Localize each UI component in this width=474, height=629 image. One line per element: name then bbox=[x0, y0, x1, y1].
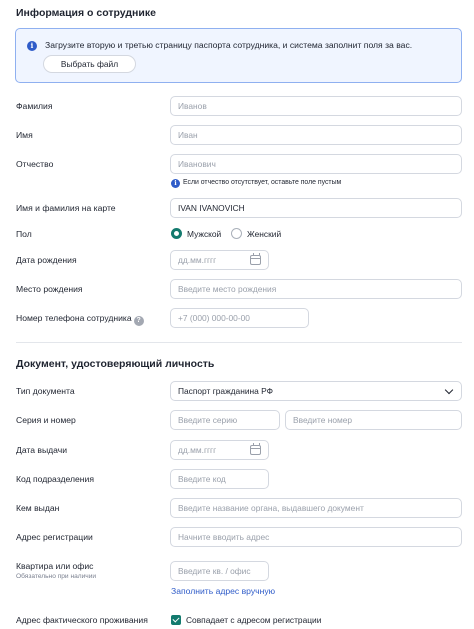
last-name-label: Фамилия bbox=[16, 101, 53, 111]
section-title-employee: Информация о сотруднике bbox=[16, 7, 156, 19]
patronymic-label: Отчество bbox=[16, 159, 54, 169]
issue-date-placeholder: дд.мм.гггг bbox=[178, 445, 217, 455]
issued-by-label: Кем выдан bbox=[16, 503, 60, 513]
apartment-input[interactable]: Введите кв. / офис bbox=[170, 561, 269, 581]
issued-by-input[interactable]: Введите название органа, выдавшего докум… bbox=[170, 498, 462, 518]
choose-file-button[interactable]: Выбрать файл bbox=[43, 55, 136, 73]
manual-address-link[interactable]: Заполнить адрес вручную bbox=[171, 586, 275, 596]
section-title-document: Документ, удостоверяющий личность bbox=[16, 358, 215, 370]
gender-male-label: Мужской bbox=[187, 229, 222, 239]
birth-date-label: Дата рождения bbox=[16, 255, 77, 265]
number-input[interactable]: Введите номер bbox=[285, 410, 462, 430]
actual-address-label: Адрес фактического проживания bbox=[16, 615, 148, 625]
chevron-down-icon bbox=[444, 385, 454, 395]
birth-date-placeholder: дд.мм.гггг bbox=[178, 255, 217, 265]
patronymic-input[interactable]: Иванович bbox=[170, 154, 462, 174]
card-name-label: Имя и фамилия на карте bbox=[16, 203, 116, 213]
info-icon: i bbox=[171, 179, 180, 188]
doc-type-select[interactable]: Паспорт гражданина РФ bbox=[170, 381, 462, 401]
birth-date-input[interactable]: дд.мм.гггг bbox=[170, 250, 269, 270]
radio-selected-icon bbox=[171, 228, 182, 239]
calendar-icon[interactable] bbox=[250, 443, 261, 455]
question-icon[interactable]: ? bbox=[133, 316, 144, 326]
patronymic-hint: i Если отчество отсутствует, оставьте пол… bbox=[171, 179, 341, 188]
gender-label: Пол bbox=[16, 229, 32, 239]
first-name-input[interactable]: Иван bbox=[170, 125, 462, 145]
phone-label-text: Номер телефона сотрудника bbox=[16, 313, 132, 323]
doc-type-label: Тип документа bbox=[16, 386, 75, 396]
same-address-checkbox-label[interactable]: Совпадает с адресом регистрации bbox=[186, 615, 321, 625]
phone-label: Номер телефона сотрудника? bbox=[16, 313, 144, 326]
birth-place-label: Место рождения bbox=[16, 284, 83, 294]
gender-female-label: Женский bbox=[247, 229, 282, 239]
section-divider bbox=[16, 342, 462, 343]
upload-notice: i Загрузите вторую и третью страницу пас… bbox=[15, 28, 462, 83]
division-code-input[interactable]: Введите код bbox=[170, 469, 269, 489]
series-input[interactable]: Введите серию bbox=[170, 410, 280, 430]
patronymic-hint-text: Если отчество отсутствует, оставьте поле… bbox=[183, 179, 342, 186]
registration-address-input[interactable]: Начните вводить адрес bbox=[170, 527, 462, 547]
first-name-label: Имя bbox=[16, 130, 33, 140]
doc-type-value: Паспорт гражданина РФ bbox=[178, 386, 273, 396]
division-code-label: Код подразделения bbox=[16, 474, 94, 484]
info-icon: i bbox=[27, 41, 37, 51]
upload-notice-text: Загрузите вторую и третью страницу паспо… bbox=[45, 40, 413, 50]
radio-empty-icon bbox=[231, 228, 242, 239]
series-number-label: Серия и номер bbox=[16, 415, 76, 425]
card-name-input[interactable]: IVAN IVANOVICH bbox=[170, 198, 462, 218]
issue-date-label: Дата выдачи bbox=[16, 445, 68, 455]
birth-place-input[interactable]: Введите место рождения bbox=[170, 279, 462, 299]
calendar-icon[interactable] bbox=[250, 253, 261, 265]
registration-address-label: Адрес регистрации bbox=[16, 532, 93, 542]
apartment-sublabel: Обязательно при наличии bbox=[16, 573, 97, 580]
last-name-input[interactable]: Иванов bbox=[170, 96, 462, 116]
apartment-label: Квартира или офис bbox=[16, 561, 94, 571]
same-address-checkbox[interactable] bbox=[171, 615, 181, 625]
phone-input[interactable]: +7 (000) 000-00-00 bbox=[170, 308, 309, 328]
issue-date-input[interactable]: дд.мм.гггг bbox=[170, 440, 269, 460]
